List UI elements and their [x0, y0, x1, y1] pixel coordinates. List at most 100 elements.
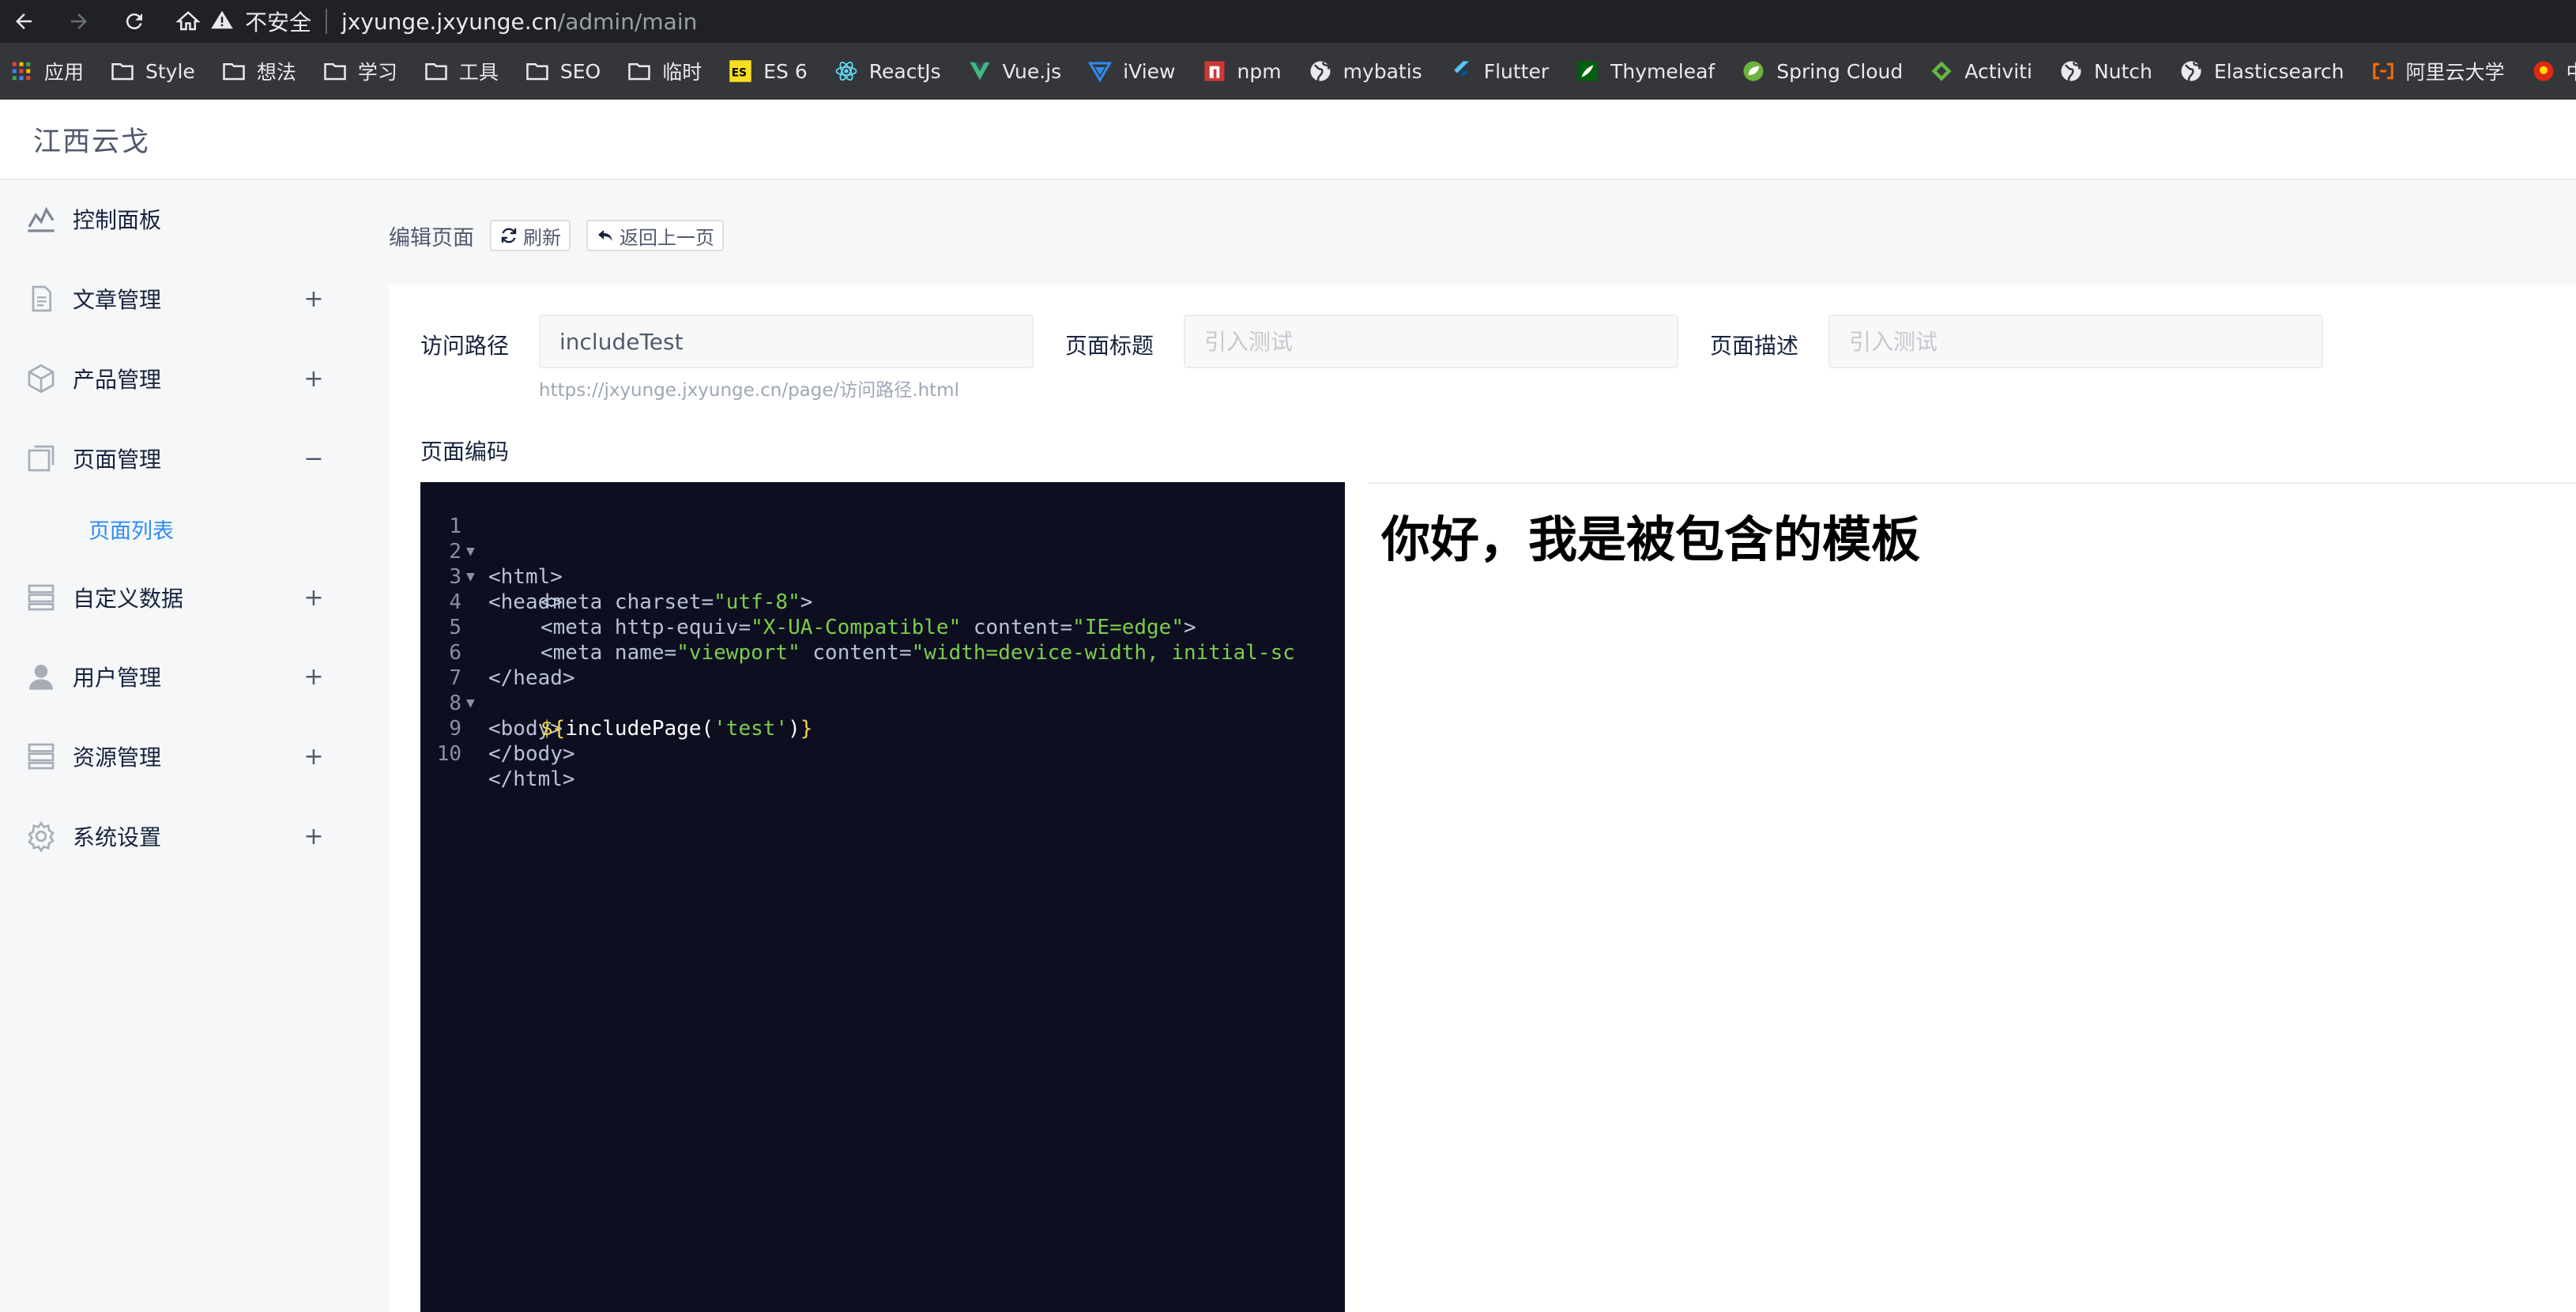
sidebar-item-users[interactable]: 用户管理 +	[0, 641, 357, 712]
back-page-label: 返回上一页	[620, 226, 714, 249]
bookmark-item[interactable]: 学习	[323, 57, 397, 85]
bookmark-item[interactable]: Flutter	[1449, 59, 1549, 83]
bookmark-item[interactable]: Thymeleaf	[1576, 59, 1715, 83]
npm-icon	[1203, 59, 1226, 83]
warning-icon	[210, 8, 234, 35]
bookmark-label: ReactJs	[868, 59, 941, 83]
bookmark-item[interactable]: ES ES 6	[729, 59, 808, 83]
bookmark-label: Elasticsearch	[2213, 59, 2344, 83]
code-token: >	[1184, 616, 1196, 639]
bookmark-label: Style	[145, 59, 195, 83]
sidebar-item-articles[interactable]: 文章管理 +	[0, 263, 357, 334]
gear-icon	[24, 819, 58, 854]
expand-icon: +	[303, 822, 324, 850]
bookmark-item[interactable]: Nutch	[2059, 59, 2152, 83]
folder-icon	[222, 59, 246, 83]
bookmark-item[interactable]: mybatis	[1309, 59, 1422, 83]
code-line: 9 </body>	[420, 691, 574, 766]
bookmark-item[interactable]: 阿里云大学	[2371, 57, 2505, 85]
sidebar-subitem-page-list[interactable]: 页面列表	[0, 499, 357, 559]
home-button[interactable]	[172, 6, 204, 37]
code-variable: }	[800, 717, 813, 741]
bookmark-label: Flutter	[1483, 59, 1550, 83]
svg-text:ES: ES	[732, 66, 747, 79]
url-host: jxyunge.jxyunge.cn	[341, 8, 558, 35]
title-input[interactable]	[1184, 315, 1678, 368]
forward-button[interactable]	[63, 6, 95, 37]
expand-icon: +	[303, 662, 324, 691]
bookmark-item[interactable]: 想法	[222, 57, 296, 85]
sidebar-item-products[interactable]: 产品管理 +	[0, 343, 357, 414]
browser-toolbar: 不安全 jxyunge.jxyunge.cn /admin/main	[0, 0, 2576, 43]
code-line: 3 <meta charset="utf-8">	[420, 539, 812, 614]
sidebar-item-label: 页面管理	[73, 447, 162, 473]
bookmark-item[interactable]: 工具	[424, 57, 499, 85]
reload-button[interactable]	[119, 6, 150, 37]
code-token: >	[800, 590, 813, 614]
activiti-icon	[1930, 59, 1953, 83]
back-page-button[interactable]: 返回上一页	[586, 220, 724, 251]
spring-icon	[1742, 59, 1765, 83]
path-label: 访问路径	[420, 333, 510, 359]
expand-icon: +	[303, 742, 324, 771]
flutter-icon	[1449, 59, 1473, 83]
expand-icon: +	[303, 364, 324, 393]
bookmark-label: 想法	[256, 61, 296, 84]
sidebar-item-dashboard[interactable]: 控制面板	[0, 183, 357, 254]
back-button[interactable]	[8, 6, 40, 37]
bookmark-item[interactable]: ReactJs	[834, 59, 941, 83]
folder-icon	[424, 59, 448, 83]
bookmark-item[interactable]: 中国政	[2532, 57, 2576, 85]
omnibox-separator	[326, 9, 328, 34]
bookmark-item[interactable]: iView	[1088, 59, 1176, 83]
bookmark-item[interactable]: 临时	[627, 57, 702, 85]
sidebar-item-label: 自定义数据	[73, 586, 184, 612]
bookmark-item[interactable]: Vue.js	[968, 59, 1061, 83]
es6-icon: ES	[729, 59, 752, 83]
server-icon	[24, 580, 58, 615]
sidebar-item-label: 系统设置	[73, 824, 162, 850]
code-string: "width=device-width, initial-sc	[911, 641, 1295, 665]
code-token: <meta http-equiv=	[540, 616, 751, 639]
bookmark-item[interactable]: npm	[1203, 59, 1282, 83]
dashboard-icon	[24, 202, 58, 236]
code-string: 'test'	[714, 717, 789, 741]
document-icon	[24, 281, 58, 316]
code-line: 7 ▼ <body>	[420, 640, 563, 741]
refresh-button[interactable]: 刷新	[490, 220, 571, 251]
path-input[interactable]	[539, 315, 1034, 368]
code-token: <meta name=	[540, 641, 677, 665]
code-line: 5 <meta name="viewport" content="width=d…	[420, 590, 1295, 665]
folder-icon	[525, 59, 549, 83]
address-bar[interactable]: 不安全 jxyunge.jxyunge.cn /admin/main	[210, 0, 697, 43]
bookmark-item[interactable]: Elasticsearch	[2179, 59, 2344, 83]
code-line: 8 ${includePage('test')}	[420, 665, 812, 741]
bookmark-item[interactable]: Style	[111, 59, 195, 83]
code-string: "viewport"	[676, 641, 800, 665]
code-line: 2 ▼ <head>	[420, 514, 563, 614]
bookmark-label: iView	[1123, 59, 1176, 83]
bookmark-item[interactable]: Activiti	[1930, 59, 2032, 83]
insecure-label: 不安全	[245, 9, 312, 36]
preview-pane: 你好，我是被包含的模板	[1369, 482, 2576, 1312]
bookmark-item[interactable]: 应用	[9, 57, 84, 85]
sidebar-item-label: 产品管理	[73, 367, 162, 393]
bookmark-label: 临时	[662, 61, 702, 84]
code-editor[interactable]: 1 ▼ <html> 2 ▼ <head> 3 <meta charset="u…	[420, 482, 1345, 1312]
code-string: "IE=edge"	[1072, 616, 1184, 639]
folder-icon	[627, 59, 651, 83]
app-header: 江西云戈	[0, 100, 2576, 180]
desc-input[interactable]	[1828, 315, 2323, 368]
bookmark-item[interactable]: Spring Cloud	[1742, 59, 1903, 83]
user-icon	[24, 659, 58, 694]
sidebar-item-pages[interactable]: 页面管理 −	[0, 423, 357, 494]
code-token: content=	[800, 641, 912, 665]
sidebar-item-custom-data[interactable]: 自定义数据 +	[0, 562, 357, 633]
bookmark-item[interactable]: SEO	[525, 59, 601, 83]
sidebar-item-resources[interactable]: 资源管理 +	[0, 721, 357, 792]
sidebar-item-label: 用户管理	[73, 665, 162, 691]
expand-icon: +	[303, 285, 324, 313]
sidebar-item-settings[interactable]: 系统设置 +	[0, 801, 357, 872]
bookmark-label: npm	[1237, 59, 1282, 83]
brand-logo-text: 江西云戈	[33, 126, 151, 158]
